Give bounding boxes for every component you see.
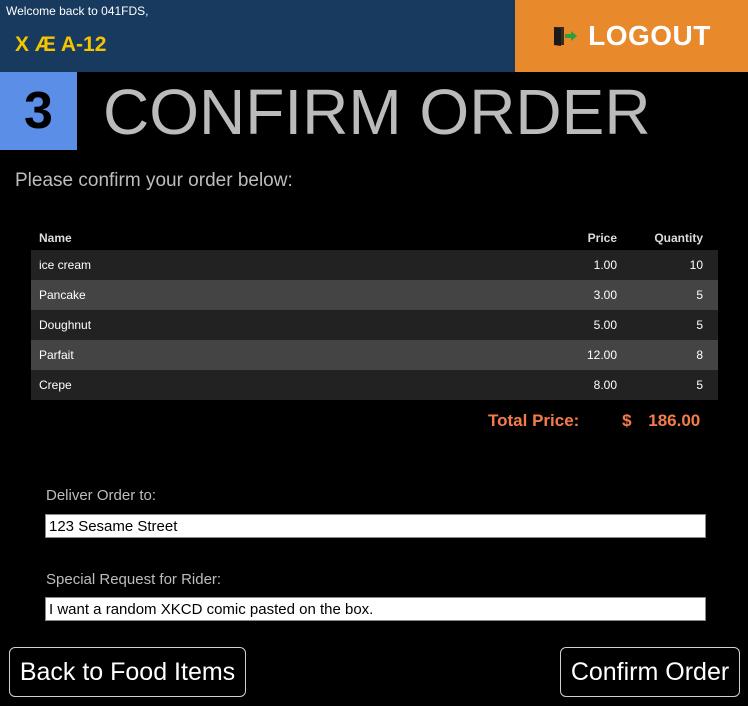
column-header-quantity: Quantity (654, 231, 703, 245)
table-row: Parfait 12.00 8 (31, 340, 718, 370)
logout-door-icon (552, 25, 578, 47)
special-request-label: Special Request for Rider: (46, 571, 222, 588)
logout-button[interactable]: LOGOUT (515, 0, 748, 72)
instruction-text: Please confirm your order below: (15, 170, 293, 191)
table-row: Doughnut 5.00 5 (31, 310, 718, 340)
item-quantity: 5 (696, 318, 703, 332)
back-to-food-items-button[interactable]: Back to Food Items (9, 647, 246, 697)
table-row: Crepe 8.00 5 (31, 370, 718, 400)
item-name: ice cream (39, 258, 92, 272)
item-name: Parfait (39, 348, 74, 362)
column-header-price: Price (587, 231, 617, 245)
delivery-address-input[interactable] (45, 514, 706, 538)
item-price: 8.00 (593, 378, 617, 392)
item-quantity: 10 (689, 258, 703, 272)
username: X Æ A-12 (15, 33, 107, 56)
step-number-box: 3 (0, 72, 77, 150)
delivery-address-label: Deliver Order to: (46, 487, 157, 504)
step-number: 3 (24, 82, 53, 140)
item-price: 1.00 (593, 258, 617, 272)
item-price: 5.00 (593, 318, 617, 332)
total-price-value: 186.00 (648, 411, 701, 430)
table-row: Pancake 3.00 5 (31, 280, 718, 310)
welcome-text: Welcome back to 041FDS, (6, 4, 149, 18)
total-price: Total Price: $ 186.00 (488, 411, 700, 431)
item-quantity: 5 (696, 378, 703, 392)
logout-label: LOGOUT (588, 20, 711, 51)
item-price: 3.00 (593, 288, 617, 302)
item-name: Crepe (39, 378, 72, 392)
special-request-input[interactable] (45, 597, 706, 621)
total-price-currency: $ (622, 411, 632, 430)
confirm-order-button[interactable]: Confirm Order (560, 647, 740, 697)
column-header-name: Name (39, 231, 72, 245)
item-price: 12.00 (586, 348, 617, 362)
total-price-label: Total Price: (488, 411, 580, 430)
table-row: ice cream 1.00 10 (31, 250, 718, 280)
item-name: Doughnut (39, 318, 92, 332)
item-quantity: 8 (696, 348, 703, 362)
item-name: Pancake (39, 288, 86, 302)
page-title: CONFIRM ORDER (103, 76, 651, 148)
item-quantity: 5 (696, 288, 703, 302)
order-table: Name Price Quantity ice cream 1.00 10 Pa… (31, 226, 718, 400)
top-bar: Welcome back to 041FDS, X Æ A-12 LOGOUT (0, 0, 748, 72)
table-header-row: Name Price Quantity (31, 226, 718, 250)
